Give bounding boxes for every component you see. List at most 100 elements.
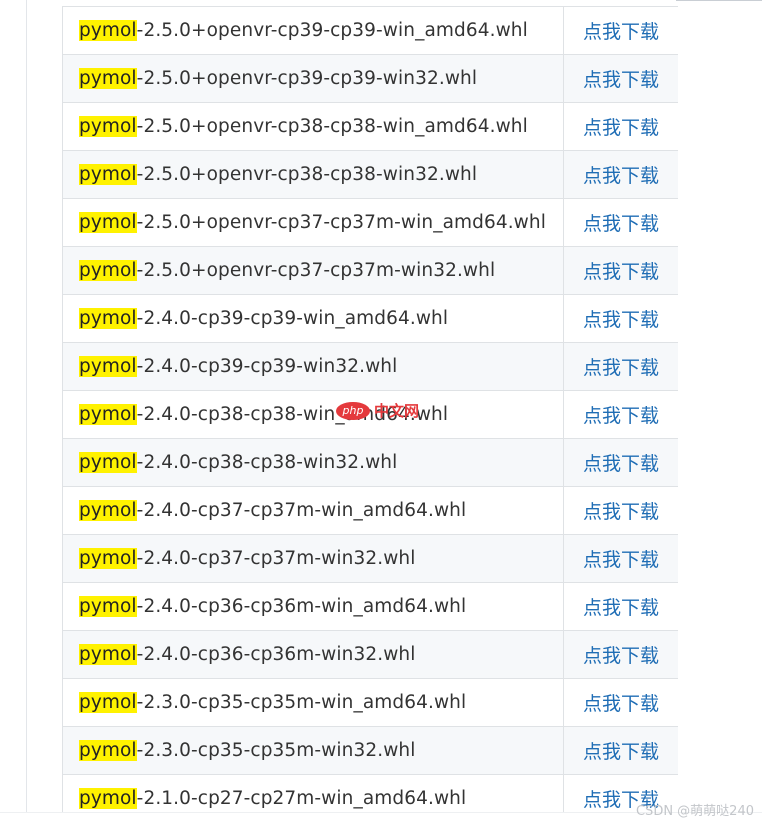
file-name-cell: pymol-2.3.0-cp35-cp35m-win32.whl xyxy=(62,726,564,775)
file-name-cell: pymol-2.4.0-cp39-cp39-win32.whl xyxy=(62,342,564,391)
table-row: pymol-2.5.0+openvr-cp37-cp37m-win_amd64.… xyxy=(62,198,678,247)
search-highlight: pymol xyxy=(79,692,137,713)
table-row: pymol-2.4.0-cp39-cp39-win32.whl 点我下载 xyxy=(62,342,678,391)
download-link[interactable]: 点我下载 xyxy=(583,741,659,763)
file-name-suffix: -2.4.0-cp38-cp38-win32.whl xyxy=(136,452,398,473)
table-row: pymol-2.3.0-cp35-cp35m-win32.whl 点我下载 xyxy=(62,726,678,775)
download-link[interactable]: 点我下载 xyxy=(583,405,659,427)
download-cell: 点我下载 xyxy=(563,102,678,151)
search-highlight: pymol xyxy=(79,20,137,41)
download-cell: 点我下载 xyxy=(563,342,678,391)
download-cell: 点我下载 xyxy=(563,630,678,679)
file-name-cell: pymol-2.1.0-cp27-cp27m-win_amd64.whl xyxy=(62,774,564,812)
search-highlight: pymol xyxy=(79,596,137,617)
table-row: pymol-2.4.0-cp36-cp36m-win_amd64.whl 点我下载 xyxy=(62,582,678,631)
search-highlight: pymol xyxy=(79,644,137,665)
download-cell: 点我下载 xyxy=(563,54,678,103)
watermark-site-name: 中文网 xyxy=(374,402,420,420)
file-name-suffix: -2.5.0+openvr-cp38-cp38-win32.whl xyxy=(136,164,478,185)
table-row: pymol-2.4.0-cp37-cp37m-win_amd64.whl 点我下载 xyxy=(62,486,678,535)
search-highlight: pymol xyxy=(79,308,137,329)
file-name-suffix: -2.4.0-cp37-cp37m-win32.whl xyxy=(136,548,416,569)
download-cell: 点我下载 xyxy=(563,534,678,583)
file-name-cell: pymol-2.3.0-cp35-cp35m-win_amd64.whl xyxy=(62,678,564,727)
download-cell: 点我下载 xyxy=(563,150,678,199)
download-link[interactable]: 点我下载 xyxy=(583,261,659,283)
search-highlight: pymol xyxy=(79,740,137,761)
download-link[interactable]: 点我下载 xyxy=(583,453,659,475)
file-name-suffix: -2.3.0-cp35-cp35m-win32.whl xyxy=(136,740,416,761)
search-highlight: pymol xyxy=(79,116,137,137)
table-row: pymol-2.5.0+openvr-cp39-cp39-win_amd64.w… xyxy=(62,6,678,55)
search-highlight: pymol xyxy=(79,260,137,281)
download-cell: 点我下载 xyxy=(563,726,678,775)
search-highlight: pymol xyxy=(79,452,137,473)
table-row: pymol-2.1.0-cp27-cp27m-win_amd64.whl 点我下载 xyxy=(62,774,678,812)
file-name-cell: pymol-2.5.0+openvr-cp39-cp39-win32.whl xyxy=(62,54,564,103)
search-highlight: pymol xyxy=(79,548,137,569)
search-highlight: pymol xyxy=(79,356,137,377)
file-name-suffix: -2.4.0-cp39-cp39-win32.whl xyxy=(136,356,398,377)
file-name-cell: pymol-2.4.0-cp37-cp37m-win_amd64.whl xyxy=(62,486,564,535)
download-link[interactable]: 点我下载 xyxy=(583,117,659,139)
file-name-suffix: -2.5.0+openvr-cp37-cp37m-win_amd64.whl xyxy=(136,212,546,233)
download-cell: 点我下载 xyxy=(563,678,678,727)
download-link[interactable]: 点我下载 xyxy=(583,645,659,667)
file-name-suffix: -2.5.0+openvr-cp39-cp39-win_amd64.whl xyxy=(136,20,528,41)
file-name-suffix: -2.4.0-cp36-cp36m-win_amd64.whl xyxy=(136,596,467,617)
table-row: pymol-2.4.0-cp37-cp37m-win32.whl 点我下载 xyxy=(62,534,678,583)
download-link[interactable]: 点我下载 xyxy=(583,501,659,523)
download-cell: 点我下载 xyxy=(563,390,678,439)
table-row: pymol-2.4.0-cp36-cp36m-win32.whl 点我下载 xyxy=(62,630,678,679)
file-name-cell: pymol-2.4.0-cp38-cp38-win32.whl xyxy=(62,438,564,487)
download-cell: 点我下载 xyxy=(563,6,678,55)
download-link[interactable]: 点我下载 xyxy=(583,69,659,91)
search-highlight: pymol xyxy=(79,500,137,521)
file-name-cell: pymol-2.5.0+openvr-cp38-cp38-win_amd64.w… xyxy=(62,102,564,151)
author-credit: CSDN @萌萌哒240 xyxy=(635,804,754,819)
page-top-rule xyxy=(676,0,762,1)
file-name-suffix: -2.4.0-cp36-cp36m-win32.whl xyxy=(136,644,416,665)
file-name-suffix: -2.3.0-cp35-cp35m-win_amd64.whl xyxy=(136,692,467,713)
site-watermark: php 中文网 xyxy=(336,400,419,421)
download-link[interactable]: 点我下载 xyxy=(583,693,659,715)
download-link[interactable]: 点我下载 xyxy=(583,213,659,235)
file-name-cell: pymol-2.4.0-cp36-cp36m-win32.whl xyxy=(62,630,564,679)
table-row: pymol-2.5.0+openvr-cp38-cp38-win_amd64.w… xyxy=(62,102,678,151)
download-cell: 点我下载 xyxy=(563,486,678,535)
file-name-cell: pymol-2.4.0-cp36-cp36m-win_amd64.whl xyxy=(62,582,564,631)
file-name-cell: pymol-2.4.0-cp37-cp37m-win32.whl xyxy=(62,534,564,583)
search-highlight: pymol xyxy=(79,788,137,809)
download-cell: 点我下载 xyxy=(563,198,678,247)
download-link[interactable]: 点我下载 xyxy=(583,21,659,43)
file-name-suffix: -2.5.0+openvr-cp39-cp39-win32.whl xyxy=(136,68,478,89)
download-link[interactable]: 点我下载 xyxy=(583,165,659,187)
table-row: pymol-2.5.0+openvr-cp38-cp38-win32.whl 点我… xyxy=(62,150,678,199)
download-link[interactable]: 点我下载 xyxy=(583,597,659,619)
file-name-cell: pymol-2.5.0+openvr-cp37-cp37m-win_amd64.… xyxy=(62,198,564,247)
search-highlight: pymol xyxy=(79,164,137,185)
file-name-cell: pymol-2.4.0-cp38-cp38-win_amd64.whl xyxy=(62,390,564,439)
page-left-rule xyxy=(26,0,27,812)
file-name-cell: pymol-2.4.0-cp39-cp39-win_amd64.whl xyxy=(62,294,564,343)
file-name-suffix: -2.5.0+openvr-cp38-cp38-win_amd64.whl xyxy=(136,116,528,137)
table-row: pymol-2.4.0-cp39-cp39-win_amd64.whl 点我下载 xyxy=(62,294,678,343)
file-name-suffix: -2.4.0-cp37-cp37m-win_amd64.whl xyxy=(136,500,467,521)
file-name-cell: pymol-2.5.0+openvr-cp37-cp37m-win32.whl xyxy=(62,246,564,295)
file-name-suffix: -2.5.0+openvr-cp37-cp37m-win32.whl xyxy=(136,260,496,281)
search-highlight: pymol xyxy=(79,404,137,425)
file-name-suffix: -2.4.0-cp39-cp39-win_amd64.whl xyxy=(136,308,449,329)
table-row: pymol-2.3.0-cp35-cp35m-win_amd64.whl 点我下载 xyxy=(62,678,678,727)
download-link[interactable]: 点我下载 xyxy=(583,309,659,331)
download-cell: 点我下载 xyxy=(563,294,678,343)
file-name-cell: pymol-2.5.0+openvr-cp39-cp39-win_amd64.w… xyxy=(62,6,564,55)
php-logo-icon: php xyxy=(336,401,370,420)
file-name-cell: pymol-2.5.0+openvr-cp38-cp38-win32.whl xyxy=(62,150,564,199)
table-row: pymol-2.5.0+openvr-cp37-cp37m-win32.whl 点… xyxy=(62,246,678,295)
download-link[interactable]: 点我下载 xyxy=(583,357,659,379)
download-cell: 点我下载 xyxy=(563,582,678,631)
download-link[interactable]: 点我下载 xyxy=(583,549,659,571)
table-row: pymol-2.4.0-cp38-cp38-win32.whl 点我下载 xyxy=(62,438,678,487)
search-highlight: pymol xyxy=(79,68,137,89)
file-name-suffix: -2.1.0-cp27-cp27m-win_amd64.whl xyxy=(136,788,467,809)
